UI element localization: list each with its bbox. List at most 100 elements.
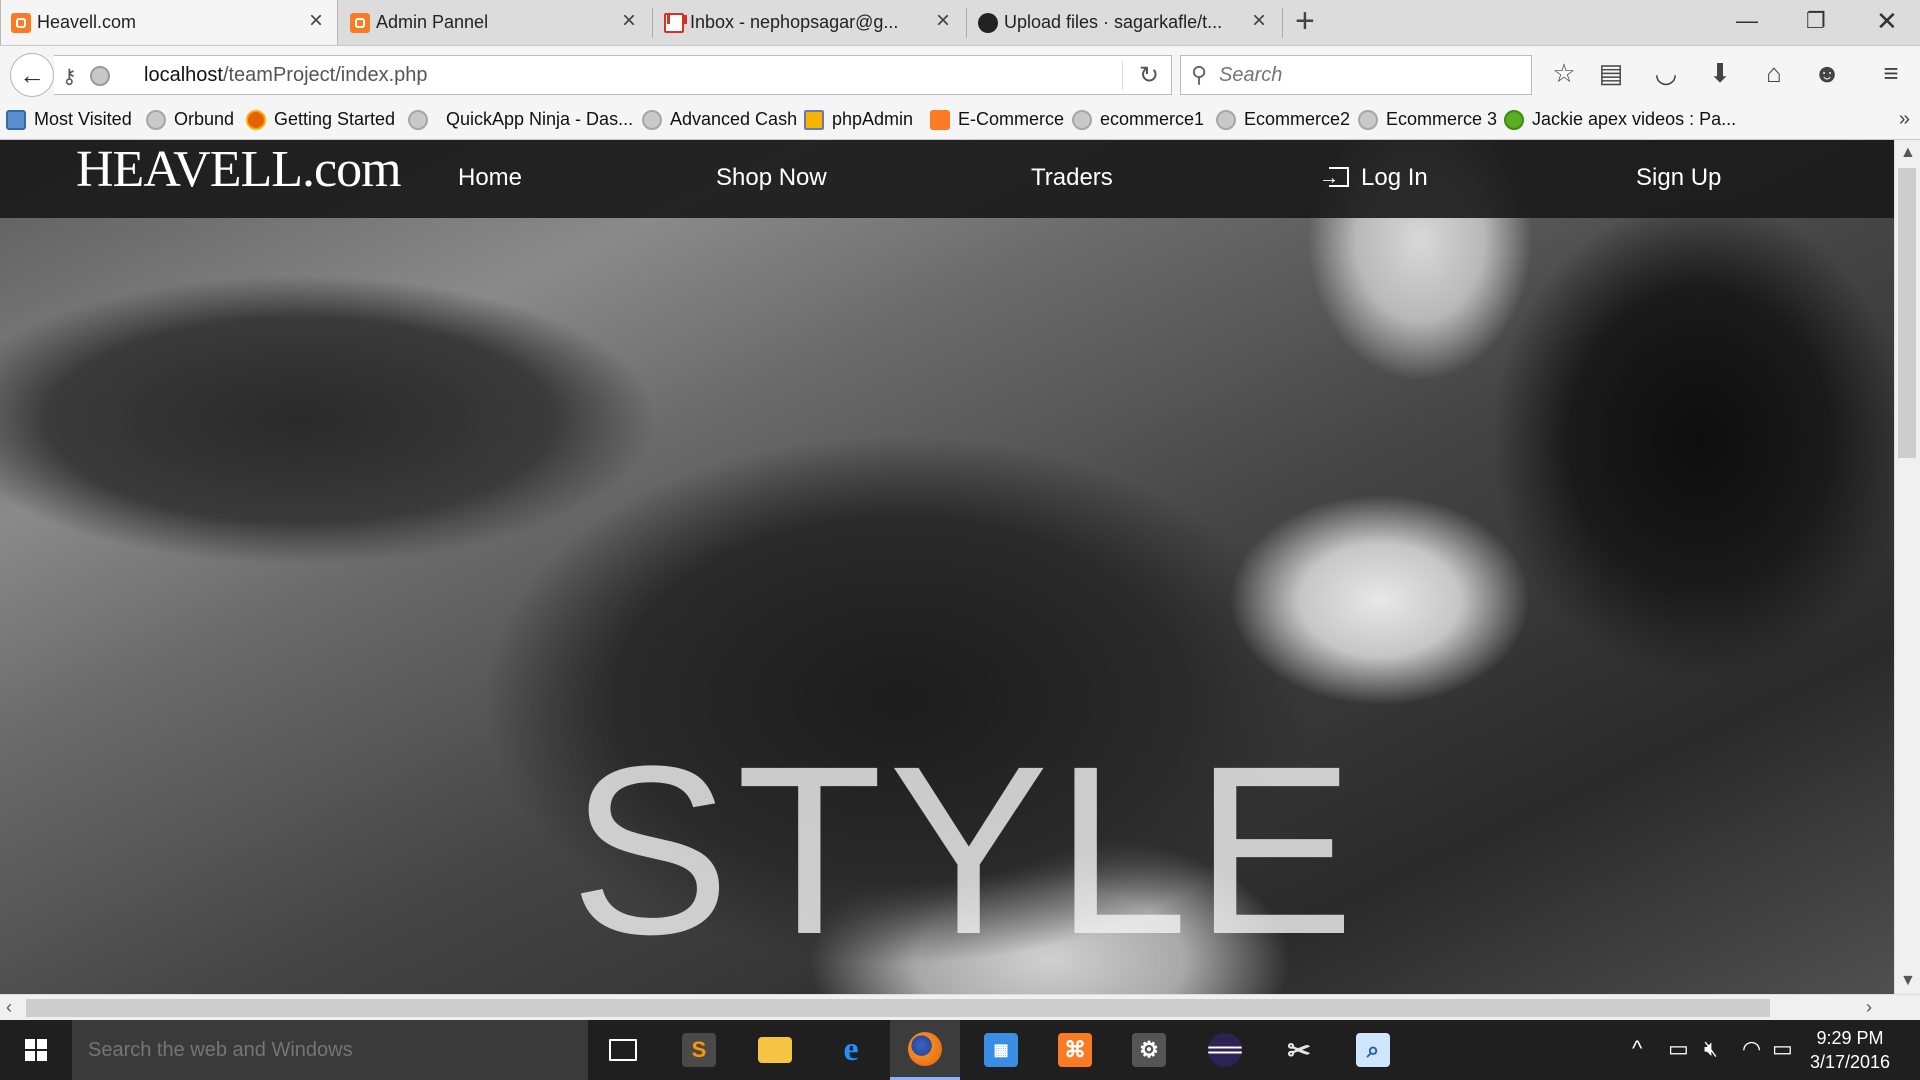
bookmark-label: Orbund [174,109,235,129]
menu-icon[interactable]: ≡ [1874,59,1908,87]
most-visited-icon [6,109,26,130]
reload-icon[interactable]: ↻ [1121,61,1159,90]
sublime-text-app[interactable]: S [664,1020,734,1080]
xampp-icon [11,13,31,33]
control-panel-icon: ▦ [984,1033,1018,1067]
taskbar-search-input[interactable] [88,1036,568,1064]
downloads-icon[interactable]: ⬇ [1703,59,1737,87]
url-text: localhost/teamProject/index.php [144,64,428,87]
show-hidden-icons-icon[interactable]: ^ [1632,1036,1642,1062]
taskbar-clock[interactable]: 9:29 PM 3/17/2016 [1790,1026,1910,1074]
bookmark-orbund[interactable]: Orbund [146,109,234,130]
scroll-right-icon[interactable]: › [1866,997,1872,1018]
back-button[interactable]: ← [10,53,54,97]
site-identity-icon[interactable] [90,66,110,86]
horizontal-scroll-thumb[interactable] [26,999,1770,1017]
bookmark-jackie-apex[interactable]: Jackie apex videos : Pa... [1504,109,1736,130]
vertical-scroll-thumb[interactable] [1898,168,1916,458]
tab-inbox[interactable]: Inbox - nephopsagar@g... × [654,0,964,45]
control-panel-app[interactable]: ▦ [966,1020,1036,1080]
nav-login-link[interactable]: Log In [1319,162,1428,194]
play-icon [1504,109,1524,130]
folder-icon [758,1037,792,1063]
bookmark-label: Ecommerce2 [1244,109,1351,129]
navigation-toolbar: ← ⚷ localhost/teamProject/index.php ↻ ⚲ … [0,45,1920,102]
github-icon [978,13,998,33]
search-files-app[interactable]: ⌕ [1338,1020,1408,1080]
globe-icon [642,109,662,130]
tab-heavell[interactable]: Heavell.com × [0,0,338,45]
battery-icon[interactable]: ▭ [1668,1036,1689,1062]
browser-search-input[interactable] [1219,62,1519,88]
site-logo[interactable]: HEAVELL.com [76,140,402,206]
close-tab-icon[interactable]: × [309,9,323,33]
page-viewport: HEAVELL.com Home Shop Now Traders Log In… [0,140,1894,994]
scroll-up-icon[interactable]: ▲ [1900,144,1916,162]
edge-app[interactable]: e [816,1020,886,1080]
scroll-down-icon[interactable]: ▼ [1900,972,1916,990]
bookmark-ecommerce1[interactable]: ecommerce1 [1072,109,1204,130]
eclipse-icon [1208,1033,1242,1067]
gear-icon: ⚙ [1132,1033,1166,1067]
horizontal-scrollbar[interactable]: ‹ › [0,994,1920,1020]
volume-muted-icon[interactable]: 🔇︎ [1704,1036,1718,1062]
login-icon [1319,162,1349,194]
globe-icon [1216,109,1236,130]
scissors-icon: ✂ [1287,1034,1311,1066]
eclipse-app[interactable] [1190,1020,1260,1080]
close-tab-icon[interactable]: × [936,9,950,33]
xampp-icon [930,109,950,130]
home-icon[interactable]: ⌂ [1757,59,1791,87]
nav-signup-link[interactable]: Sign Up [1636,162,1721,194]
url-host: localhost [144,64,223,86]
browser-search-box[interactable]: ⚲ [1180,55,1532,95]
restore-icon[interactable]: ❐ [1806,8,1826,34]
task-view-button[interactable] [588,1020,658,1080]
nav-traders-link[interactable]: Traders [1031,162,1113,194]
window-close-icon[interactable]: ✕ [1876,8,1898,34]
vertical-scrollbar[interactable]: ▲ ▼ [1894,140,1920,994]
xampp-app[interactable]: ⌘ [1040,1020,1110,1080]
wifi-icon[interactable]: ◠ [1742,1036,1761,1062]
bookmark-ecommerce2[interactable]: Ecommerce2 [1216,109,1350,130]
tab-separator [652,8,653,38]
minimize-icon[interactable]: — [1736,8,1758,34]
snipping-tool-app[interactable]: ✂ [1264,1020,1334,1080]
pocket-icon[interactable]: ◡ [1649,59,1683,87]
chat-icon[interactable]: ☻ [1810,59,1844,87]
firefox-icon [908,1031,942,1066]
gmail-icon [664,13,684,33]
address-bar[interactable]: ⚷ localhost/teamProject/index.php ↻ [54,55,1172,95]
bookmark-advanced-cash[interactable]: Advanced Cash [642,109,797,130]
settings-app[interactable]: ⚙ [1114,1020,1184,1080]
close-tab-icon[interactable]: × [622,9,636,33]
tab-label: Admin Pannel [376,12,489,32]
tab-admin-pannel[interactable]: Admin Pannel × [340,0,650,45]
firefox-app[interactable] [890,1020,960,1080]
windows-logo-icon [25,1039,47,1061]
tab-github-upload[interactable]: Upload files · sagarkafle/t... × [968,0,1280,45]
bookmark-label: phpAdmin [832,109,914,129]
scroll-left-icon[interactable]: ‹ [6,997,12,1018]
bookmark-label: Ecommerce 3 [1386,109,1498,129]
nav-home-link[interactable]: Home [458,162,522,194]
bookmark-ecommerce-3[interactable]: Ecommerce 3 [1358,109,1497,130]
start-button[interactable] [0,1020,72,1080]
bookmark-e-commerce[interactable]: E-Commerce [930,109,1064,130]
bookmark-quickapp-ninja[interactable]: QuickApp Ninja - Das... [408,109,633,130]
globe-icon [408,109,428,130]
login-label: Log In [1361,164,1428,191]
bookmark-most-visited[interactable]: Most Visited [6,109,132,130]
bookmark-star-icon[interactable]: ☆ [1547,59,1581,87]
chevron-right-icon[interactable]: » [1899,108,1910,131]
close-tab-icon[interactable]: × [1252,9,1266,33]
bookmark-getting-started[interactable]: Getting Started [246,109,395,130]
file-explorer-app[interactable] [740,1020,810,1080]
cortana-search-box[interactable] [72,1020,588,1080]
bookmark-phpadmin[interactable]: phpAdmin [804,109,913,130]
reading-list-icon[interactable]: ▤ [1594,59,1628,87]
nav-shop-now-link[interactable]: Shop Now [716,162,827,194]
new-tab-icon[interactable]: + [1295,4,1315,38]
bookmark-label: Most Visited [34,109,132,129]
globe-icon [146,109,166,130]
